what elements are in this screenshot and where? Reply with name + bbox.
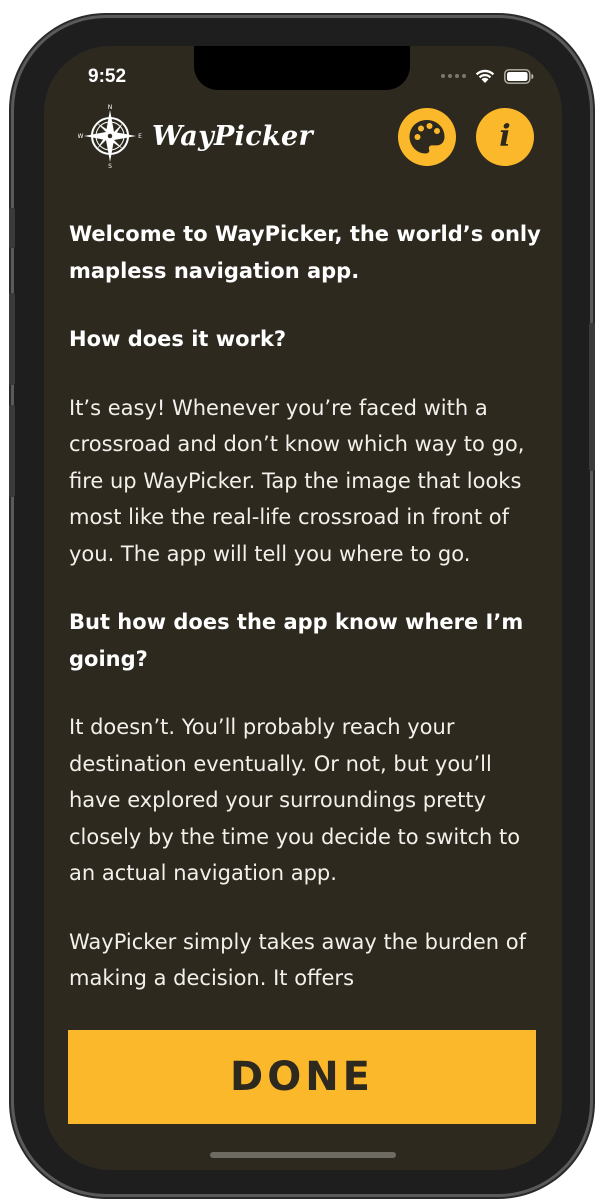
theme-button[interactable] — [398, 108, 456, 166]
compass-letter-s: S — [108, 163, 112, 168]
compass-letter-w: W — [78, 133, 84, 140]
palette-icon — [409, 120, 445, 154]
done-button-label: DONE — [229, 1054, 374, 1100]
app-name: WayPicker — [152, 120, 313, 152]
intro-paragraph: Welcome to WayPicker, the world’s only m… — [69, 222, 541, 283]
done-button[interactable]: DONE — [68, 1030, 536, 1124]
compass-letter-n: N — [108, 104, 113, 111]
info-icon: i — [499, 119, 511, 154]
where-heading: But how does the app know where I’m goin… — [69, 610, 524, 671]
status-icons — [441, 68, 534, 84]
power-button — [589, 323, 595, 471]
burden-paragraph: WayPicker simply takes away the burden o… — [69, 929, 527, 991]
how-heading: How does it work? — [69, 327, 287, 351]
mute-switch — [9, 208, 15, 248]
app-screen: 9:52 N S E W WayPicker i Welcome to WayP… — [44, 46, 562, 1170]
volume-down-button — [9, 405, 15, 497]
how-paragraph: It’s easy! Whenever you’re faced with a … — [69, 395, 525, 566]
notch — [194, 46, 410, 90]
compass-letter-e: E — [138, 133, 142, 140]
compass-rose-icon: N S E W — [78, 104, 142, 168]
status-time: 9:52 — [88, 66, 127, 87]
info-button[interactable]: i — [476, 108, 534, 166]
about-text: Welcome to WayPicker, the world’s only m… — [69, 216, 545, 1030]
cellular-dots-icon — [441, 74, 466, 78]
app-brand: N S E W WayPicker — [78, 104, 313, 168]
wifi-icon — [475, 69, 495, 83]
home-indicator[interactable] — [210, 1152, 396, 1158]
volume-up-button — [9, 293, 15, 385]
where-paragraph: It doesn’t. You’ll probably reach your d… — [69, 715, 521, 885]
battery-icon — [504, 68, 534, 84]
